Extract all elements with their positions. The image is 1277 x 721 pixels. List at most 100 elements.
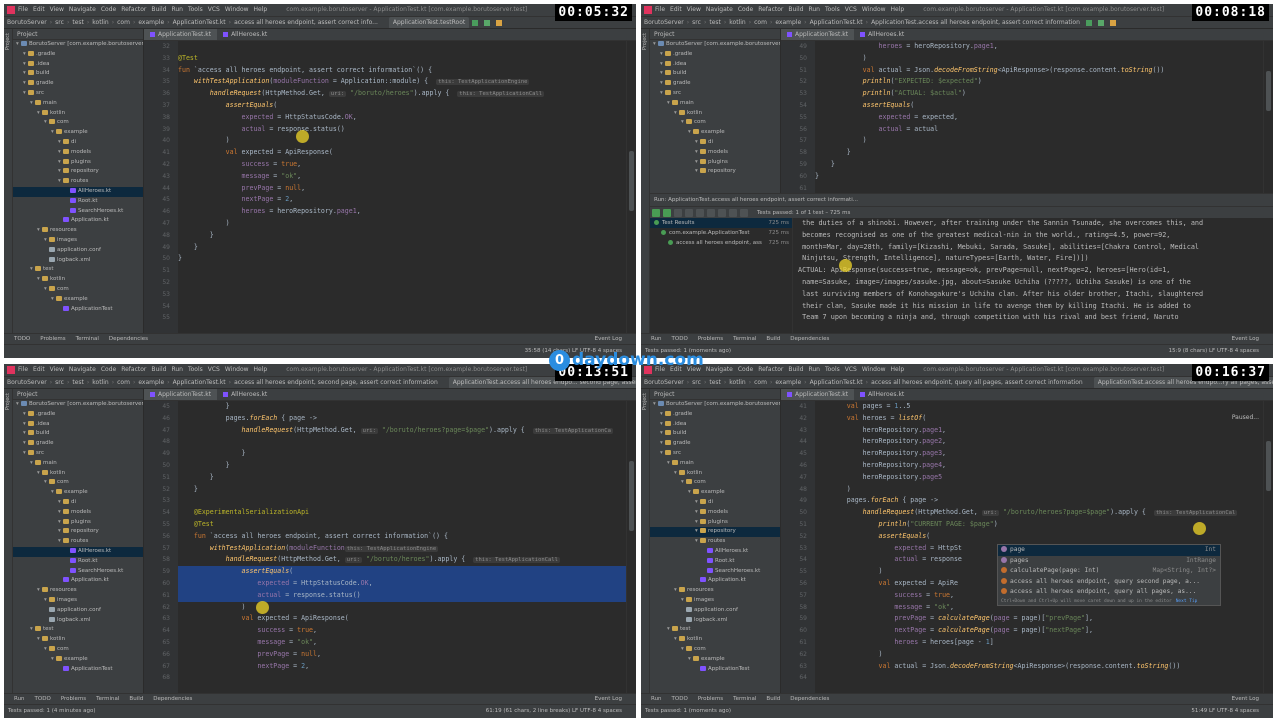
tree-item[interactable]: ▾ com [650, 118, 780, 128]
tree-item[interactable]: Application.kt [13, 216, 143, 226]
tree-item[interactable]: ▾ repository [13, 527, 143, 537]
menu-item-tools[interactable]: Tools [825, 364, 840, 376]
tree-item[interactable]: ▾ di [650, 498, 780, 508]
tree-item[interactable]: ▾ resources [650, 586, 780, 596]
tree-item[interactable]: ▾ routes [13, 537, 143, 547]
menu-item-tools[interactable]: Tools [188, 364, 203, 376]
tree-item[interactable]: ApplicationTest [13, 665, 143, 675]
breadcrumb-item[interactable]: ApplicationTest.kt [807, 17, 866, 28]
code-editor[interactable]: } pages.forEach { page -> handleRequest(… [178, 401, 626, 693]
breadcrumb-item[interactable]: example [135, 377, 167, 388]
breadcrumb-item[interactable]: access all heroes endpoint, assert corre… [231, 17, 381, 28]
tree-item[interactable]: ▾ repository [13, 167, 143, 177]
tool-tab-terminal[interactable]: Terminal [76, 334, 99, 344]
tree-item[interactable]: ▾ gradle [650, 79, 780, 89]
tree-item[interactable]: ▾ di [650, 138, 780, 148]
scrollbar-thumb[interactable] [629, 461, 634, 531]
tree-item[interactable]: ▾ BorutoServer [com.example.borutoserver] [13, 400, 143, 410]
tree-item[interactable]: ▾ example [650, 128, 780, 138]
tree-item[interactable]: ▾ images [650, 596, 780, 606]
menu-item-vcs[interactable]: VCS [845, 4, 857, 16]
tree-item[interactable]: ▾ kotlin [13, 109, 143, 119]
tree-item[interactable]: Root.kt [13, 197, 143, 207]
tree-item[interactable]: ▾ routes [650, 537, 780, 547]
tree-item[interactable]: ▾ resources [13, 586, 143, 596]
tool-tab-problems[interactable]: Problems [61, 694, 86, 704]
tree-item[interactable]: ▾ .gradle [650, 410, 780, 420]
tool-tab-build[interactable]: Build [766, 334, 780, 344]
tool-tab-dependencies[interactable]: Dependencies [790, 694, 829, 704]
breadcrumb-item[interactable]: BorutoServer [641, 377, 687, 388]
breadcrumb-item[interactable]: com [751, 17, 770, 28]
menu-item-code[interactable]: Code [101, 4, 116, 16]
menu-item-help[interactable]: Help [254, 364, 268, 376]
tree-item[interactable]: ▾ kotlin [13, 275, 143, 285]
tree-item[interactable]: ▾ com [13, 478, 143, 488]
menu-item-help[interactable]: Help [891, 4, 905, 16]
tree-item[interactable]: ▾ example [13, 128, 143, 138]
tree-item[interactable]: ▾ di [13, 498, 143, 508]
tree-item[interactable]: ▾ .gradle [13, 50, 143, 60]
tree-item[interactable]: ▾ gradle [650, 439, 780, 449]
menu-item-refactor[interactable]: Refactor [758, 364, 783, 376]
tool-tab-todo[interactable]: TODO [14, 334, 30, 344]
expand-icon[interactable] [696, 209, 704, 217]
menu-item-window[interactable]: Window [862, 4, 886, 16]
menu-item-edit[interactable]: Edit [33, 4, 45, 16]
breadcrumb-item[interactable]: ApplicationTest.kt [170, 17, 229, 28]
tool-tab-terminal[interactable]: Terminal [733, 334, 756, 344]
test-result-item[interactable]: com.example.ApplicationTest 725 ms [650, 228, 792, 238]
menu-item-code[interactable]: Code [101, 364, 116, 376]
breadcrumb-item[interactable]: BorutoServer [4, 17, 50, 28]
menu-item-build[interactable]: Build [788, 364, 803, 376]
tree-item[interactable]: logback.xml [13, 256, 143, 266]
menu-item-run[interactable]: Run [171, 364, 183, 376]
breadcrumb-item[interactable]: access all heroes endpoint, second page,… [231, 377, 441, 388]
breadcrumb-item[interactable]: example [772, 377, 804, 388]
breadcrumb-item[interactable]: example [772, 17, 804, 28]
tree-item[interactable]: SearchHeroes.kt [13, 207, 143, 217]
scrollbar-thumb[interactable] [629, 151, 634, 211]
breadcrumb-item[interactable]: ApplicationTest.kt [170, 377, 229, 388]
tree-item[interactable]: ▾ .idea [13, 420, 143, 430]
breadcrumb-item[interactable]: kotlin [726, 17, 748, 28]
tree-item[interactable]: Application.kt [650, 576, 780, 586]
breadcrumb-item[interactable]: src [52, 17, 67, 28]
stop-icon[interactable] [674, 209, 682, 217]
tree-item[interactable]: ▾ models [13, 148, 143, 158]
menu-item-help[interactable]: Help [254, 4, 268, 16]
tree-item[interactable]: ▾ src [13, 449, 143, 459]
menu-item-vcs[interactable]: VCS [845, 364, 857, 376]
tool-tab-dependencies[interactable]: Dependencies [109, 334, 148, 344]
tree-item[interactable]: ▾ kotlin [650, 109, 780, 119]
editor-tab[interactable]: AllHeroes.kt [854, 29, 910, 40]
editor-tab[interactable]: ApplicationTest.kt [781, 389, 855, 400]
scrollbar-thumb[interactable] [1266, 71, 1271, 111]
breadcrumb-item[interactable]: BorutoServer [4, 377, 50, 388]
tree-item[interactable]: ▾ com [13, 645, 143, 655]
menu-item-vcs[interactable]: VCS [208, 4, 220, 16]
run-icon[interactable] [1097, 19, 1104, 26]
tool-tab-terminal[interactable]: Terminal [733, 694, 756, 704]
tree-item[interactable]: ▾ example [650, 488, 780, 498]
menu-item-code[interactable]: Code [738, 4, 753, 16]
menu-item-navigate[interactable]: Navigate [69, 4, 96, 16]
tree-item[interactable]: ▾ main [13, 459, 143, 469]
tree-item[interactable]: ▾ example [13, 488, 143, 498]
build-icon[interactable] [1085, 19, 1092, 26]
tree-item[interactable]: ▾ BorutoServer [com.example.borutoserver] [650, 400, 780, 410]
breadcrumb-item[interactable]: test [69, 377, 87, 388]
tool-tab-problems[interactable]: Problems [698, 334, 723, 344]
project-tool-button[interactable]: Project [642, 393, 649, 410]
menu-item-code[interactable]: Code [738, 364, 753, 376]
tree-item[interactable]: ▾ src [13, 89, 143, 99]
menu-item-build[interactable]: Build [151, 4, 166, 16]
tree-item[interactable]: SearchHeroes.kt [650, 567, 780, 577]
menu-item-navigate[interactable]: Navigate [706, 4, 733, 16]
tool-tab-run[interactable]: Run [651, 694, 662, 704]
autocomplete-item[interactable]: page Int [998, 545, 1220, 556]
breadcrumb-item[interactable]: kotlin [89, 377, 111, 388]
tree-item[interactable]: ▾ plugins [650, 518, 780, 528]
event-log-button[interactable]: Event Log [595, 694, 622, 704]
tree-item[interactable]: logback.xml [13, 616, 143, 626]
